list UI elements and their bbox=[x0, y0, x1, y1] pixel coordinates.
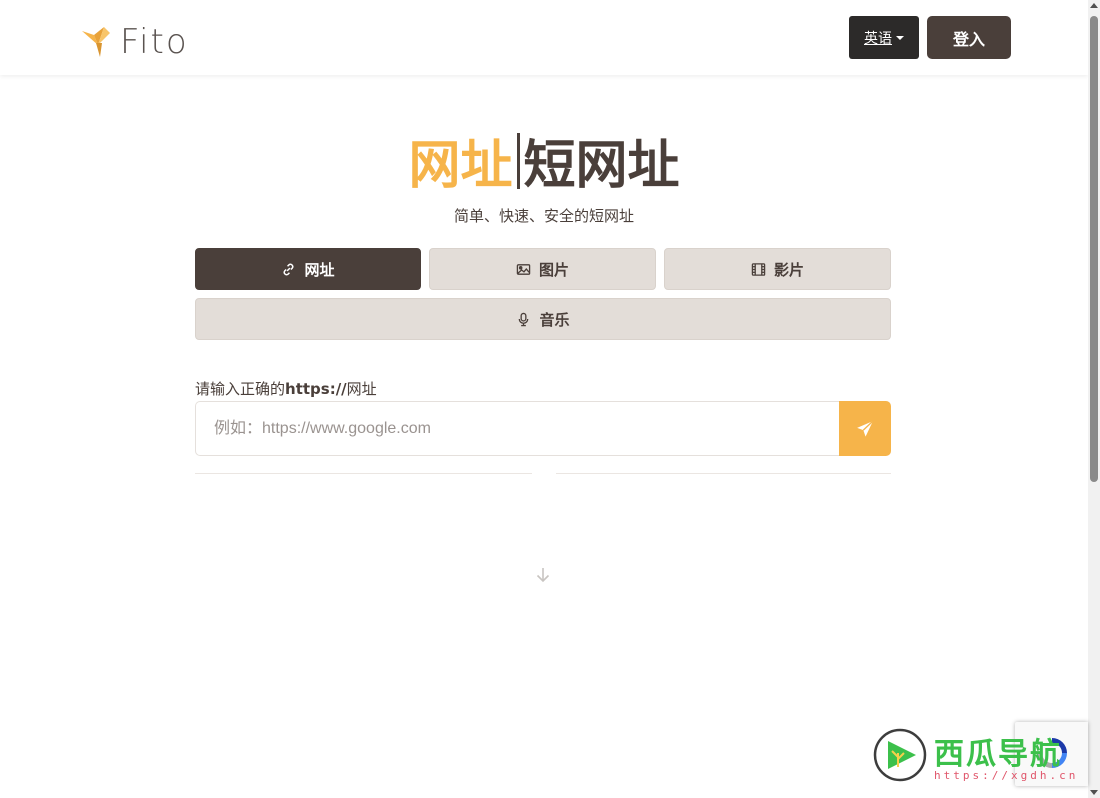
label-prefix: 请输入正确的 bbox=[195, 380, 286, 398]
label-bold: https:// bbox=[285, 380, 347, 398]
scrollbar[interactable] bbox=[1088, 0, 1100, 798]
logo[interactable]: Fito bbox=[80, 22, 189, 62]
language-label: 英语 bbox=[864, 30, 892, 47]
tab-url-label: 网址 bbox=[304, 260, 335, 279]
url-input[interactable] bbox=[195, 401, 839, 456]
watermark-logo-icon bbox=[873, 728, 927, 782]
send-icon bbox=[857, 420, 874, 437]
microphone-icon bbox=[519, 312, 529, 326]
tab-music-label: 音乐 bbox=[539, 310, 570, 329]
scrollbar-thumb[interactable] bbox=[1090, 16, 1098, 482]
header: Fito 英语 登入 bbox=[0, 0, 1088, 75]
watermark: 西瓜导航 https://xgdh.cn bbox=[872, 727, 1088, 787]
fito-bird-logo-icon bbox=[82, 27, 110, 57]
scroll-down-icon[interactable] bbox=[1090, 790, 1098, 795]
caret-down-icon bbox=[896, 35, 904, 40]
watermark-text: 西瓜导航 bbox=[934, 737, 1062, 772]
tab-video[interactable]: 影片 bbox=[664, 248, 891, 290]
page-subtitle: 简单、快速、安全的短网址 bbox=[453, 207, 634, 225]
tab-image[interactable]: 图片 bbox=[429, 248, 656, 290]
arrow-down-icon[interactable] bbox=[534, 566, 552, 584]
tab-music[interactable]: 音乐 bbox=[195, 298, 891, 340]
title-highlight: 网址 bbox=[408, 136, 513, 196]
logo-text: Fito bbox=[120, 22, 189, 62]
watermark-url: https://xgdh.cn bbox=[934, 769, 1079, 782]
url-input-label: 请输入正确的https://网址 bbox=[195, 378, 377, 399]
link-icon bbox=[284, 263, 294, 275]
image-icon bbox=[516, 263, 531, 275]
title-main: 短网址 bbox=[523, 136, 680, 196]
login-button[interactable]: 登入 bbox=[927, 16, 1011, 59]
page-title: 网址 短网址 bbox=[0, 132, 1088, 200]
language-dropdown[interactable]: 英语 bbox=[849, 16, 919, 59]
scroll-up-icon[interactable] bbox=[1090, 3, 1098, 8]
title-separator bbox=[516, 133, 520, 189]
divider-notch bbox=[532, 468, 556, 478]
tab-image-label: 图片 bbox=[538, 260, 569, 279]
tab-video-label: 影片 bbox=[773, 260, 804, 279]
label-suffix: 网址 bbox=[346, 380, 377, 398]
film-icon bbox=[751, 262, 766, 276]
submit-button[interactable] bbox=[839, 401, 891, 456]
tab-url[interactable]: 网址 bbox=[195, 248, 421, 290]
